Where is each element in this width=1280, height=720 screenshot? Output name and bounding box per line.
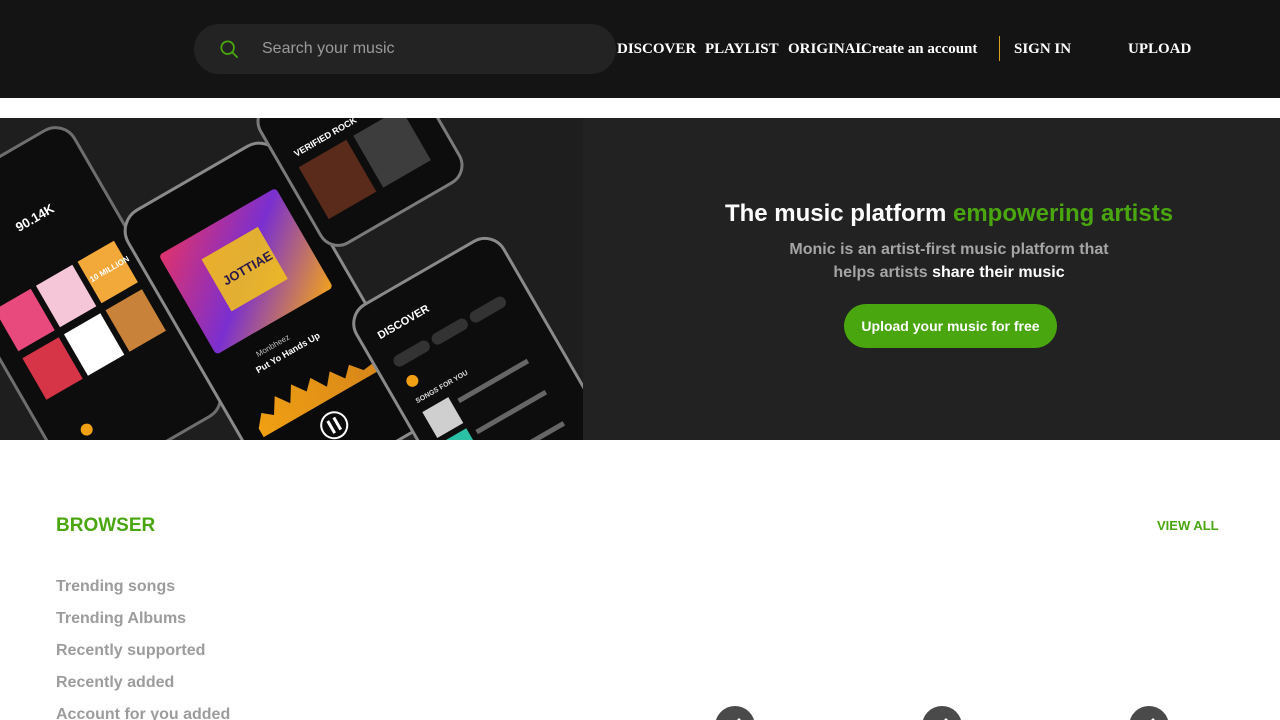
view-all-link[interactable]: VIEW ALL: [1157, 518, 1219, 533]
hero-title-main: The music platform: [724, 200, 953, 227]
nav-original[interactable]: ORIGINAL: [788, 40, 866, 58]
music-card-icon[interactable]: [922, 706, 962, 720]
search-icon[interactable]: [220, 40, 238, 58]
browse-item-account-for-you[interactable]: Account for you added: [56, 705, 230, 720]
nav-discover[interactable]: DISCOVER: [617, 40, 696, 58]
hero-subtitle-line1: Monic is an artist-first music platform …: [789, 241, 1109, 258]
upload-link[interactable]: UPLOAD: [1128, 40, 1191, 58]
phones-illustration: 90.14K 10 MILLION JOTTIAE Monbheez Put Y…: [0, 118, 583, 440]
create-account-link[interactable]: Create an account: [861, 40, 977, 58]
browse-item-recently-supported[interactable]: Recently supported: [56, 641, 230, 673]
browse-item-recently-added[interactable]: Recently added: [56, 673, 230, 705]
search-bar[interactable]: [194, 24, 616, 74]
hero-subtitle-prefix: helps artists: [833, 264, 933, 281]
music-note-icon: [1151, 718, 1155, 720]
browse-item-trending-albums[interactable]: Trending Albums: [56, 609, 230, 641]
music-card-icon[interactable]: [715, 706, 755, 720]
search-input[interactable]: [262, 24, 602, 74]
music-card-icon[interactable]: [1129, 706, 1169, 720]
hero-subtitle-strong: share their music: [932, 264, 1065, 281]
music-note-icon: [737, 718, 741, 720]
browse-item-trending-songs[interactable]: Trending songs: [56, 577, 230, 609]
sign-in-link[interactable]: SIGN IN: [1014, 40, 1071, 58]
hero-title-accent: empowering artists: [952, 200, 1174, 227]
nav-playlist[interactable]: PLAYLIST: [705, 40, 779, 58]
nav-divider: [999, 36, 1000, 61]
music-note-icon: [944, 718, 948, 720]
browser-section-title: BROWSER: [56, 515, 156, 536]
hero-banner: 90.14K 10 MILLION JOTTIAE Monbheez Put Y…: [0, 118, 1280, 440]
top-navbar: DISCOVER PLAYLIST ORIGINAL Create an acc…: [0, 0, 1280, 98]
hero-title: The music platform empowering artists: [618, 200, 1280, 228]
hero-phones-image: 90.14K 10 MILLION JOTTIAE Monbheez Put Y…: [0, 118, 583, 440]
hero-subtitle: Monic is an artist-first music platform …: [618, 238, 1280, 284]
hero-subtitle-line2: helps artists share their music: [618, 261, 1280, 284]
browse-list: Trending songs Trending Albums Recently …: [56, 577, 230, 720]
upload-free-button[interactable]: Upload your music for free: [844, 304, 1057, 348]
